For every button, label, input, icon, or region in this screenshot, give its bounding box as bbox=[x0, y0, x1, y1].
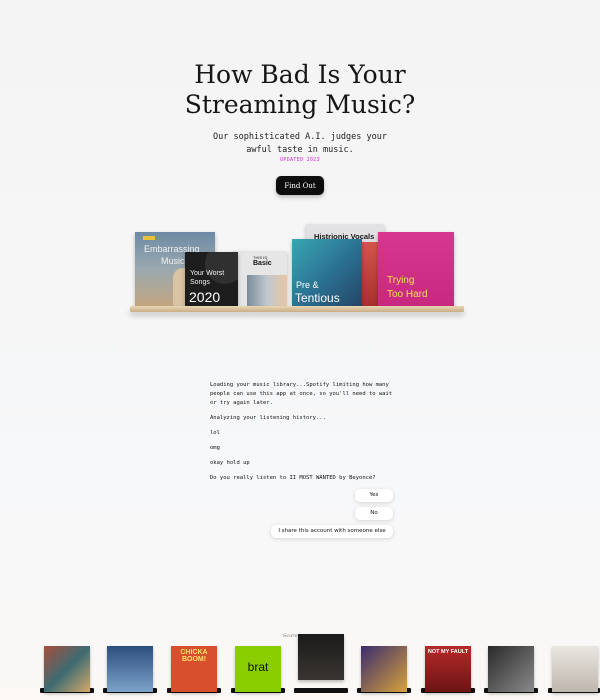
album-pre-tentious: Pre & Tentious bbox=[292, 239, 362, 306]
album-trying-too-hard: Trying Too Hard bbox=[378, 232, 454, 306]
album-line: Basic bbox=[253, 260, 272, 267]
cover-shelf bbox=[294, 688, 348, 693]
album-this-is-basic: THIS IS Basic bbox=[233, 251, 287, 306]
album-line: 2020 bbox=[189, 289, 221, 305]
message: okay hold up bbox=[210, 460, 250, 466]
title-line-1: How Bad Is Your bbox=[194, 60, 406, 89]
album-line: Songs bbox=[190, 279, 210, 286]
cover-art-9 bbox=[552, 646, 598, 692]
hero-subtitle: Our sophisticated A.I. judges your awful… bbox=[0, 131, 600, 157]
cover-art-chicka-boom: CHICKA BOOM! bbox=[171, 646, 217, 692]
reply-shared-account-button[interactable]: I share this account with someone else bbox=[271, 525, 393, 538]
cover-art-5 bbox=[298, 634, 344, 680]
title-line-2: Streaming Music? bbox=[184, 90, 416, 119]
cover-text: brat bbox=[247, 660, 269, 674]
cover-text: CHICKA BOOM! bbox=[180, 649, 208, 663]
cover-art-not-my-fault: NOT MY FAULT bbox=[425, 646, 471, 692]
album-shelf: Embarrassing Music THIS IS Basic Your Wo… bbox=[130, 220, 470, 320]
album-line: Tentious bbox=[295, 291, 340, 305]
find-out-button[interactable]: Find Out bbox=[276, 176, 324, 195]
conversation-log: Loading your music library...Spotify lim… bbox=[210, 381, 400, 489]
cover-art-1 bbox=[44, 646, 90, 692]
cover-art-6 bbox=[361, 646, 407, 692]
album-line: Too Hard bbox=[387, 289, 428, 300]
wooden-shelf bbox=[130, 306, 464, 312]
cover-carousel: CHICKA BOOM! brat NOT MY FAULT bbox=[0, 630, 600, 700]
message: omg bbox=[210, 445, 220, 451]
album-line: Your Worst bbox=[190, 270, 225, 277]
message: lol bbox=[210, 430, 220, 436]
reply-yes-button[interactable]: Yes bbox=[355, 489, 393, 502]
reply-no-button[interactable]: No bbox=[355, 507, 393, 520]
album-line: Music bbox=[161, 256, 185, 266]
album-your-worst-songs: Your Worst Songs 2020 bbox=[185, 252, 238, 306]
page-title: How Bad Is Your Streaming Music? bbox=[0, 60, 600, 120]
album-line: Pre & bbox=[296, 280, 319, 290]
cover-art-2 bbox=[107, 646, 153, 692]
album-line: Trying bbox=[387, 275, 415, 286]
message: Analyzing your listening history... bbox=[210, 415, 326, 421]
cover-text: NOT MY FAULT bbox=[427, 649, 469, 655]
cover-art-8 bbox=[488, 646, 534, 692]
cover-art-brat: brat bbox=[235, 646, 281, 692]
subtitle-line-1: Our sophisticated A.I. judges your bbox=[213, 132, 387, 142]
message: Loading your music library...Spotify lim… bbox=[210, 382, 393, 406]
message: Do you really listen to II MOST WANTED b… bbox=[210, 475, 376, 481]
subtitle-line-2: awful taste in music. bbox=[246, 145, 354, 155]
updated-label: UPDATED 2023 bbox=[280, 157, 320, 163]
